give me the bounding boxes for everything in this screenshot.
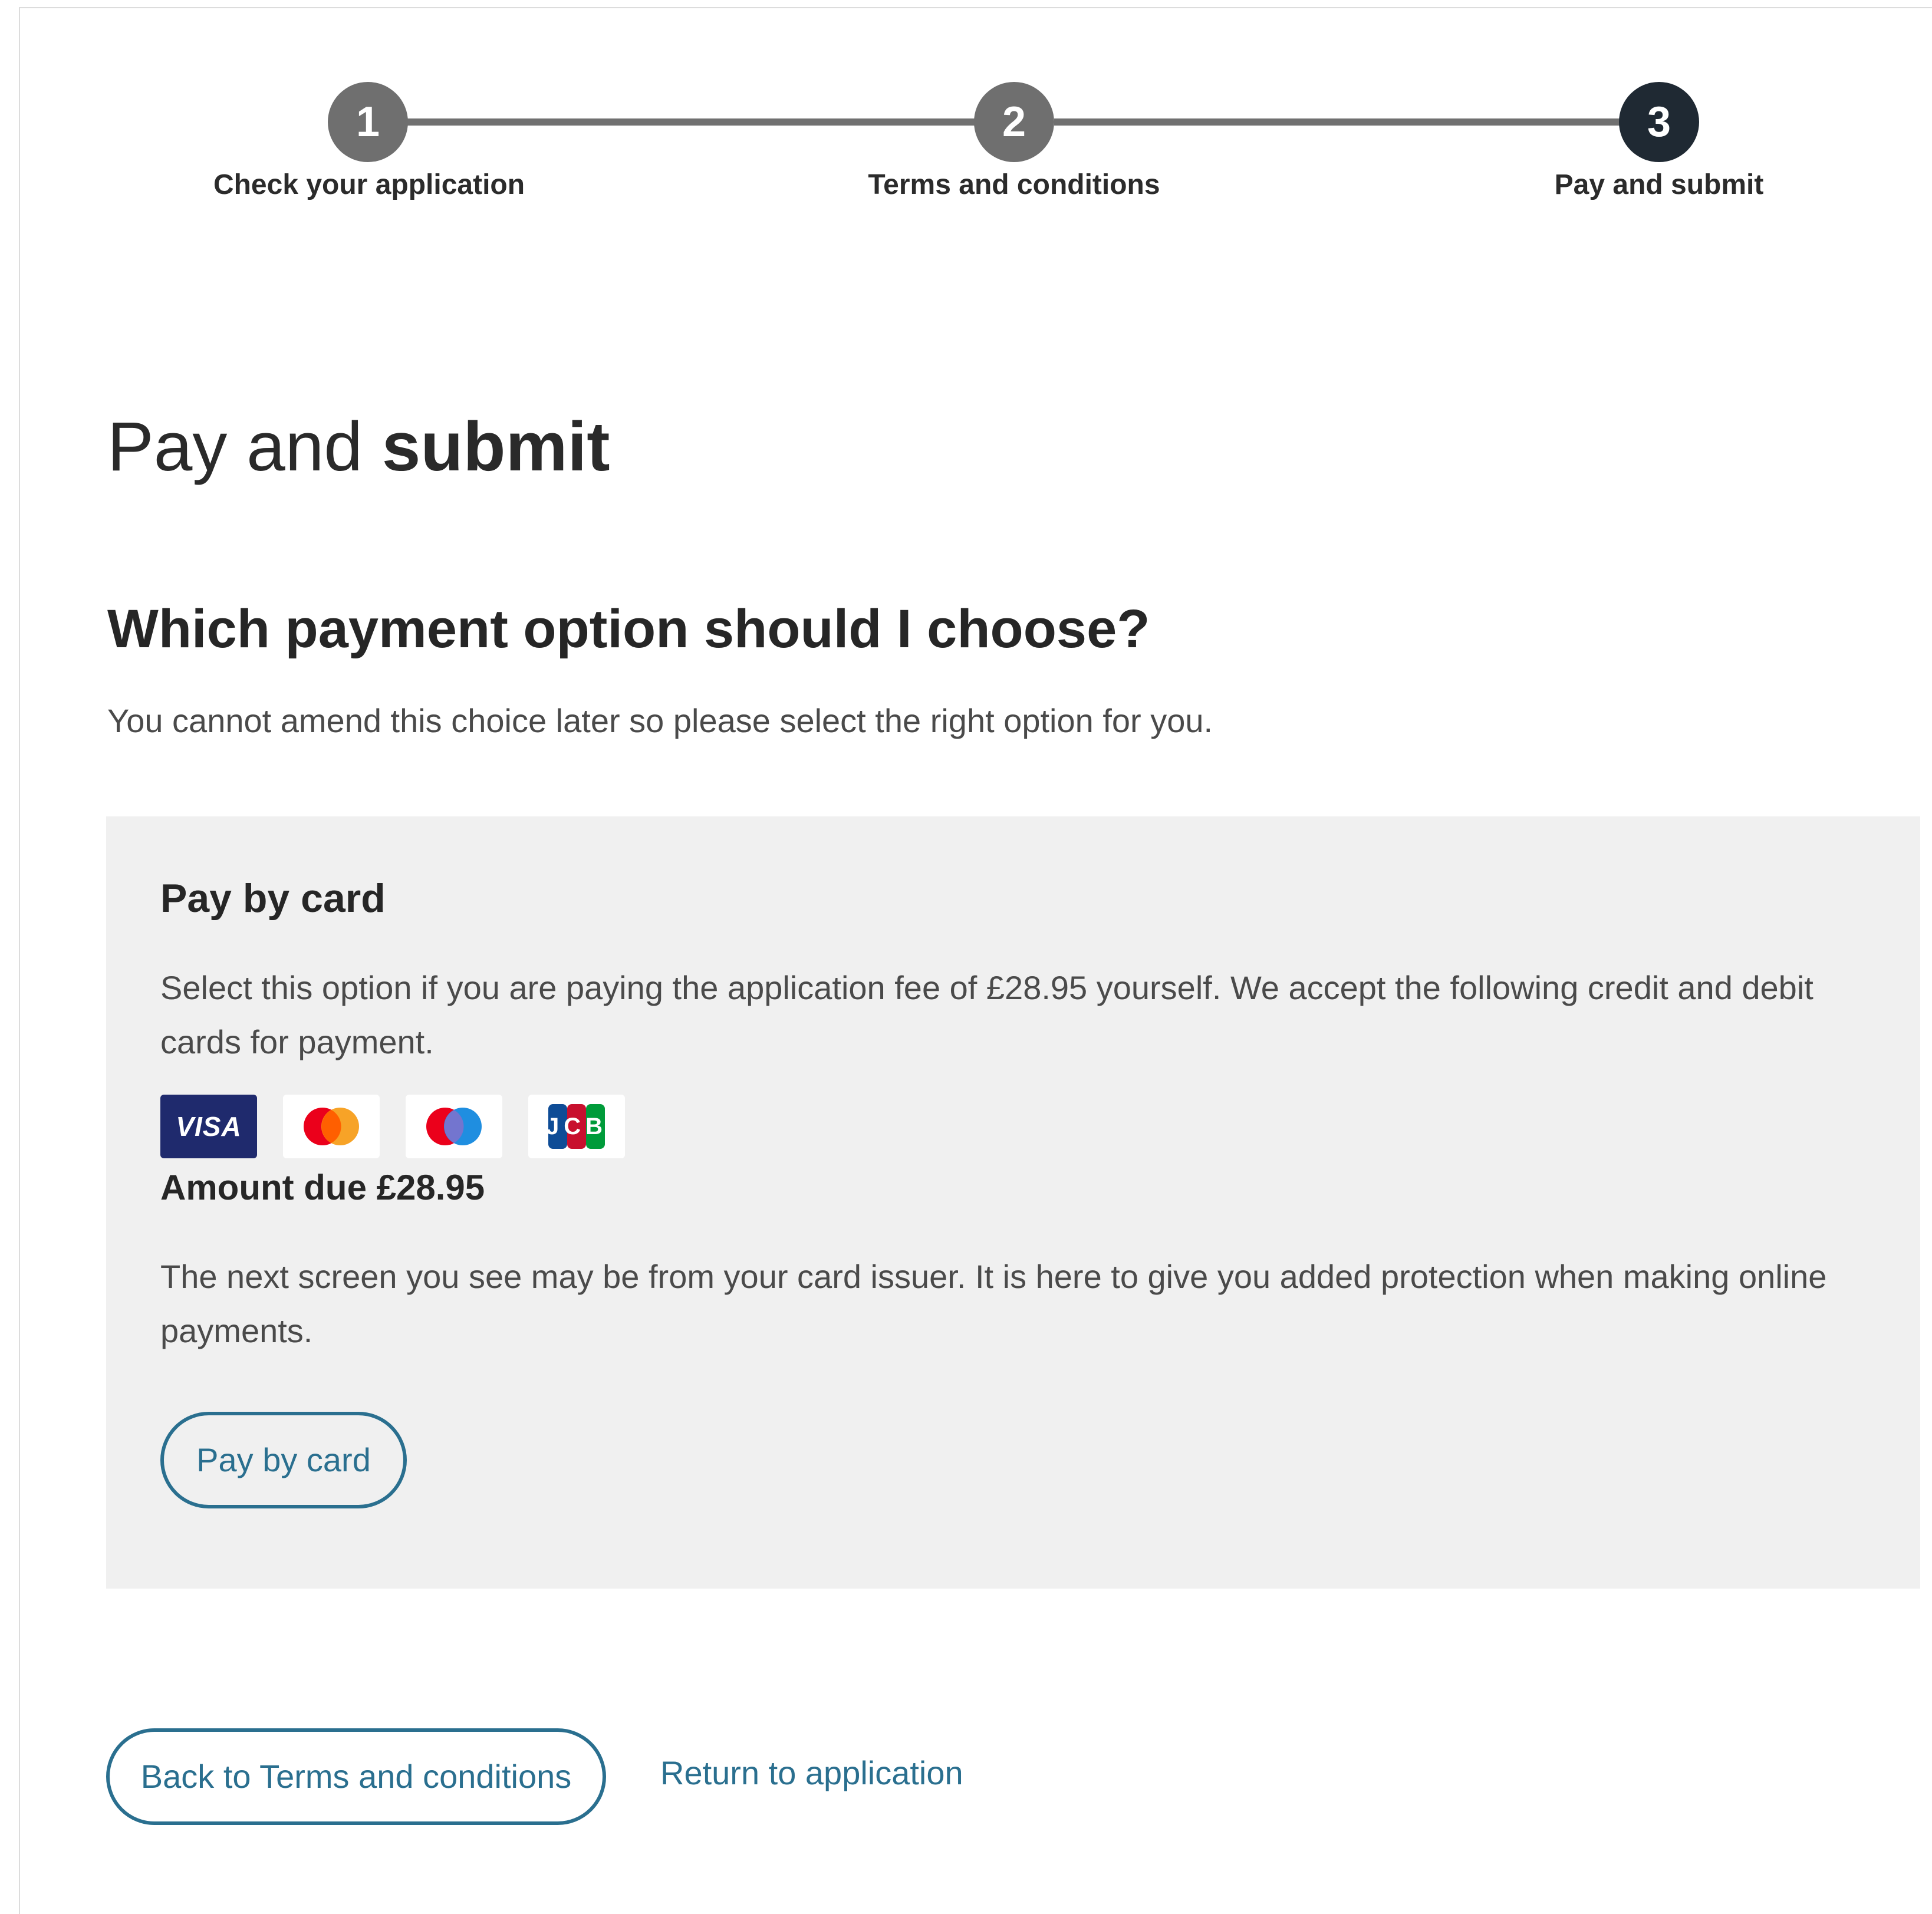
pay-by-card-panel: Pay by card Select this option if you ar…: [106, 816, 1920, 1589]
accepted-cards: VISA JCB: [160, 1095, 625, 1158]
pay-by-card-description: Select this option if you are paying the…: [160, 969, 1813, 1060]
step-connector-2-3: [1054, 118, 1681, 126]
step-1-number: 1: [356, 98, 380, 146]
page-title-bold: submit: [381, 408, 610, 486]
page-title-light: Pay and: [107, 408, 363, 486]
jcb-icon: JCB: [528, 1095, 625, 1158]
visa-icon: VISA: [160, 1095, 257, 1158]
mastercard-icon: [283, 1095, 380, 1158]
step-3-label: Pay and submit: [1554, 169, 1764, 200]
card-issuer-note: The next screen you see may be from your…: [160, 1258, 1827, 1349]
step-3-number: 3: [1647, 98, 1671, 146]
step-1-label: Check your application: [213, 169, 525, 200]
mastercard-logo: [304, 1108, 359, 1145]
maestro-icon: [406, 1095, 502, 1158]
jcb-logo-text: JCB: [545, 1113, 608, 1139]
amount-due: Amount due £28.95: [160, 1168, 485, 1207]
pay-by-card-button[interactable]: Pay by card: [160, 1412, 407, 1508]
step-2-number: 2: [1002, 98, 1026, 146]
step-3-circle: 3: [1619, 82, 1699, 162]
step-connector-1-2: [375, 118, 995, 126]
section-intro: You cannot amend this choice later so pl…: [107, 702, 1213, 739]
progress-stepper: 1 Check your application 2 Terms and con…: [0, 0, 1932, 236]
return-to-application-link[interactable]: Return to application: [660, 1754, 963, 1792]
section-title: Which payment option should I choose?: [107, 599, 1150, 659]
step-2-label: Terms and conditions: [868, 169, 1160, 200]
step-1-circle: 1: [328, 82, 408, 162]
page-title: Pay and submit: [107, 407, 610, 487]
visa-logo-text: VISA: [176, 1111, 242, 1142]
maestro-logo: [426, 1108, 482, 1145]
step-2-circle: 2: [974, 82, 1054, 162]
page-frame-left: [19, 7, 20, 1914]
pay-by-card-title: Pay by card: [160, 876, 386, 921]
back-to-terms-button[interactable]: Back to Terms and conditions: [106, 1728, 606, 1825]
